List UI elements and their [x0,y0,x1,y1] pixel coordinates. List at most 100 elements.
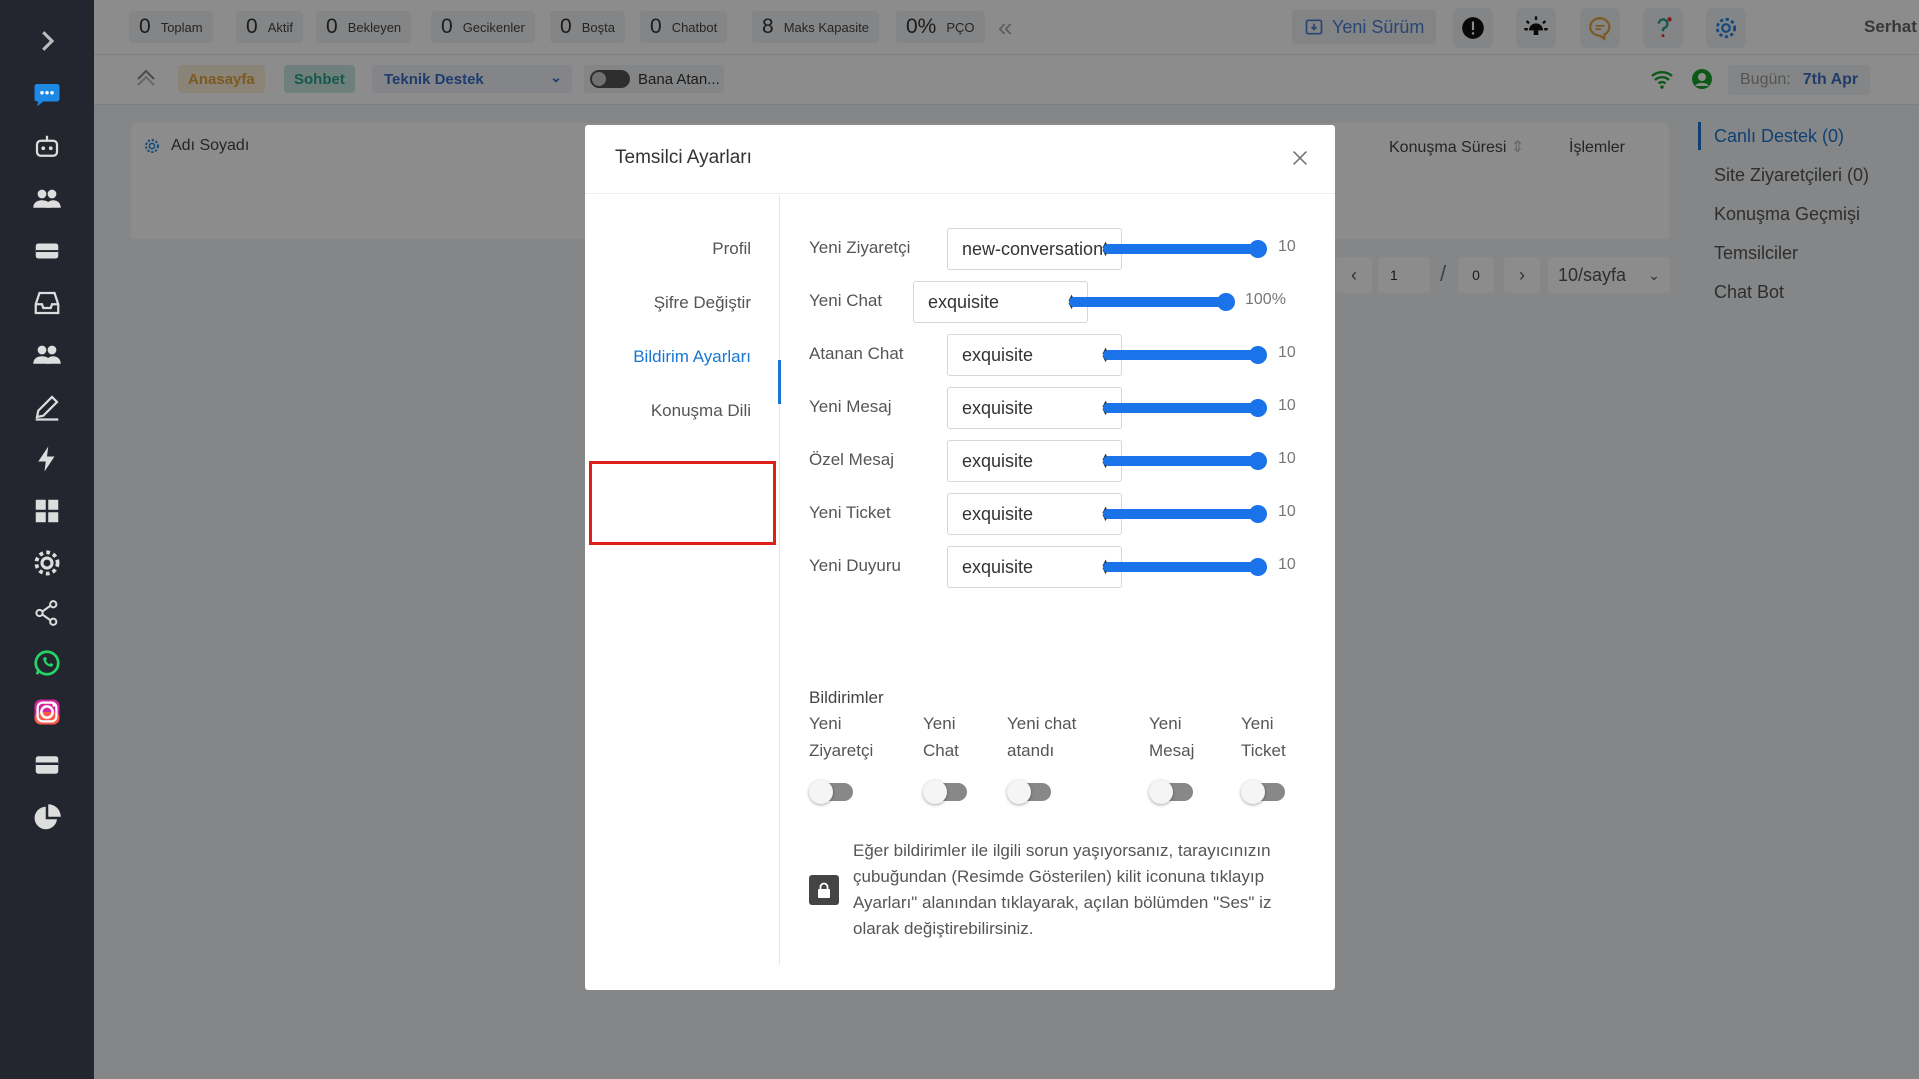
help-line: çubuğundan (Resimde Gösterilen) kilit ic… [853,867,1265,886]
notification-label-new-message: Yeni Mesaj [1149,710,1194,764]
notification-line: Yeni chat [1007,714,1077,733]
notification-switch-new-message[interactable] [1149,780,1193,804]
sound-select[interactable]: exquisite▲▼ [947,440,1122,482]
setting-label: Atanan Chat [809,344,904,363]
sound-value: exquisite [962,450,1034,471]
volume-slider[interactable] [1103,346,1267,364]
slider-knob[interactable] [1249,399,1267,417]
setting-label: Özel Mesaj [809,450,895,469]
sound-value: exquisite [962,344,1034,365]
menu-chat-language[interactable]: Konuşma Dili [651,401,751,421]
pie-chart-icon[interactable] [30,801,64,835]
sound-value: exquisite [962,397,1034,418]
notification-line: Ziyaretçi [809,741,874,760]
help-line: olarak değiştirebilirsiniz. [853,919,1034,938]
sidebar [0,0,94,1079]
volume-value: 10 [1278,503,1296,520]
volume-slider[interactable] [1103,505,1267,523]
help-line: Ayarları" alanından tıklayarak, açılan b… [853,893,1272,912]
inbox-icon[interactable] [30,286,64,320]
sound-value: exquisite [928,291,1000,312]
volume-value: 10 [1278,397,1296,414]
notification-label-chat-assigned: Yeni chat atandı [1007,710,1076,764]
volume-slider[interactable] [1069,293,1235,311]
modal-header: Temsilci Ayarları [585,125,1335,194]
slider-knob[interactable] [1249,346,1267,364]
setting-label: Yeni Ziyaretçi [809,238,911,257]
slider-knob[interactable] [1217,293,1235,311]
notification-help-text: Eğer bildirimler ile ilgili sorun yaşıyo… [853,838,1333,942]
lock-icon [809,875,839,905]
users-icon[interactable] [30,182,64,216]
volume-value: 100% [1245,291,1286,308]
setting-label: Yeni Chat [809,291,883,310]
notification-switch-new-visitor[interactable] [809,780,853,804]
setting-row-assigned-chat: Atanan Chat exquisite▲▼ 10 [809,334,1329,376]
notification-line: Chat [923,741,959,760]
ticket-icon[interactable] [30,234,64,268]
notification-line: Yeni [1149,714,1182,733]
settings-menu: Profil Şifre Değiştir Bildirim Ayarları … [585,195,781,965]
sound-select[interactable]: exquisite▲▼ [947,493,1122,535]
notification-line: Mesaj [1149,741,1195,760]
notification-line: Yeni [1241,714,1274,733]
chat-icon[interactable] [30,77,64,111]
notification-switch-new-chat[interactable] [923,780,967,804]
notification-switch-new-ticket[interactable] [1241,780,1285,804]
setting-row-new-ticket: Yeni Ticket exquisite▲▼ 10 [809,493,1329,535]
highlight-box [589,461,776,545]
slider-knob[interactable] [1249,240,1267,258]
edit-icon[interactable] [30,390,64,424]
notification-label-new-chat: Yeni Chat [923,710,959,764]
notification-line: Yeni [809,714,842,733]
help-line: Eğer bildirimler ile ilgili sorun yaşıyo… [853,841,1271,860]
lightning-icon[interactable] [30,442,64,476]
card-icon[interactable] [30,748,64,782]
setting-row-new-chat: Yeni Chat exquisite▲▼ 100% [809,281,1329,323]
sound-value: exquisite [962,556,1034,577]
setting-row-new-announcement: Yeni Duyuru exquisite▲▼ 10 [809,546,1329,588]
volume-slider[interactable] [1103,452,1267,470]
slider-knob[interactable] [1249,505,1267,523]
volume-value: 10 [1278,556,1296,573]
volume-value: 10 [1278,344,1296,361]
volume-value: 10 [1278,238,1296,255]
notifications-title: Bildirimler [809,688,884,707]
team-icon[interactable] [30,338,64,372]
menu-notification-settings[interactable]: Bildirim Ayarları [633,347,751,367]
sound-select[interactable]: exquisite▲▼ [947,387,1122,429]
sound-select[interactable]: exquisite▲▼ [947,546,1122,588]
setting-label: Yeni Ticket [809,503,891,522]
sound-select[interactable]: exquisite▲▼ [913,281,1088,323]
notification-line: atandı [1007,741,1055,760]
sound-select[interactable]: new-conversation▲▼ [947,228,1122,270]
expand-chevron-icon[interactable] [30,24,64,58]
sound-value: exquisite [962,503,1034,524]
whatsapp-icon[interactable] [30,646,64,680]
setting-row-new-visitor: Yeni Ziyaretçi new-conversation▲▼ 10 [809,228,1329,270]
setting-label: Yeni Duyuru [809,556,901,575]
dashboard-icon[interactable] [30,494,64,528]
slider-knob[interactable] [1249,558,1267,576]
sound-select[interactable]: exquisite▲▼ [947,334,1122,376]
setting-label: Yeni Mesaj [809,397,892,416]
slider-knob[interactable] [1249,452,1267,470]
notification-switch-chat-assigned[interactable] [1007,780,1051,804]
robot-icon[interactable] [30,130,64,164]
volume-value: 10 [1278,450,1296,467]
sound-value: new-conversation [962,238,1104,259]
menu-change-password[interactable]: Şifre Değiştir [654,293,751,313]
volume-slider[interactable] [1103,240,1267,258]
share-icon[interactable] [30,596,64,630]
settings-icon[interactable] [30,546,64,580]
notification-label-new-visitor: Yeni Ziyaretçi [809,710,873,764]
menu-active-indicator [778,360,781,404]
setting-row-private-message: Özel Mesaj exquisite▲▼ 10 [809,440,1329,482]
notification-line: Ticket [1241,741,1286,760]
volume-slider[interactable] [1103,399,1267,417]
volume-slider[interactable] [1103,558,1267,576]
instagram-icon[interactable] [30,695,64,729]
menu-profile[interactable]: Profil [712,239,751,259]
close-icon[interactable] [1289,147,1311,169]
notification-label-new-ticket: Yeni Ticket [1241,710,1286,764]
